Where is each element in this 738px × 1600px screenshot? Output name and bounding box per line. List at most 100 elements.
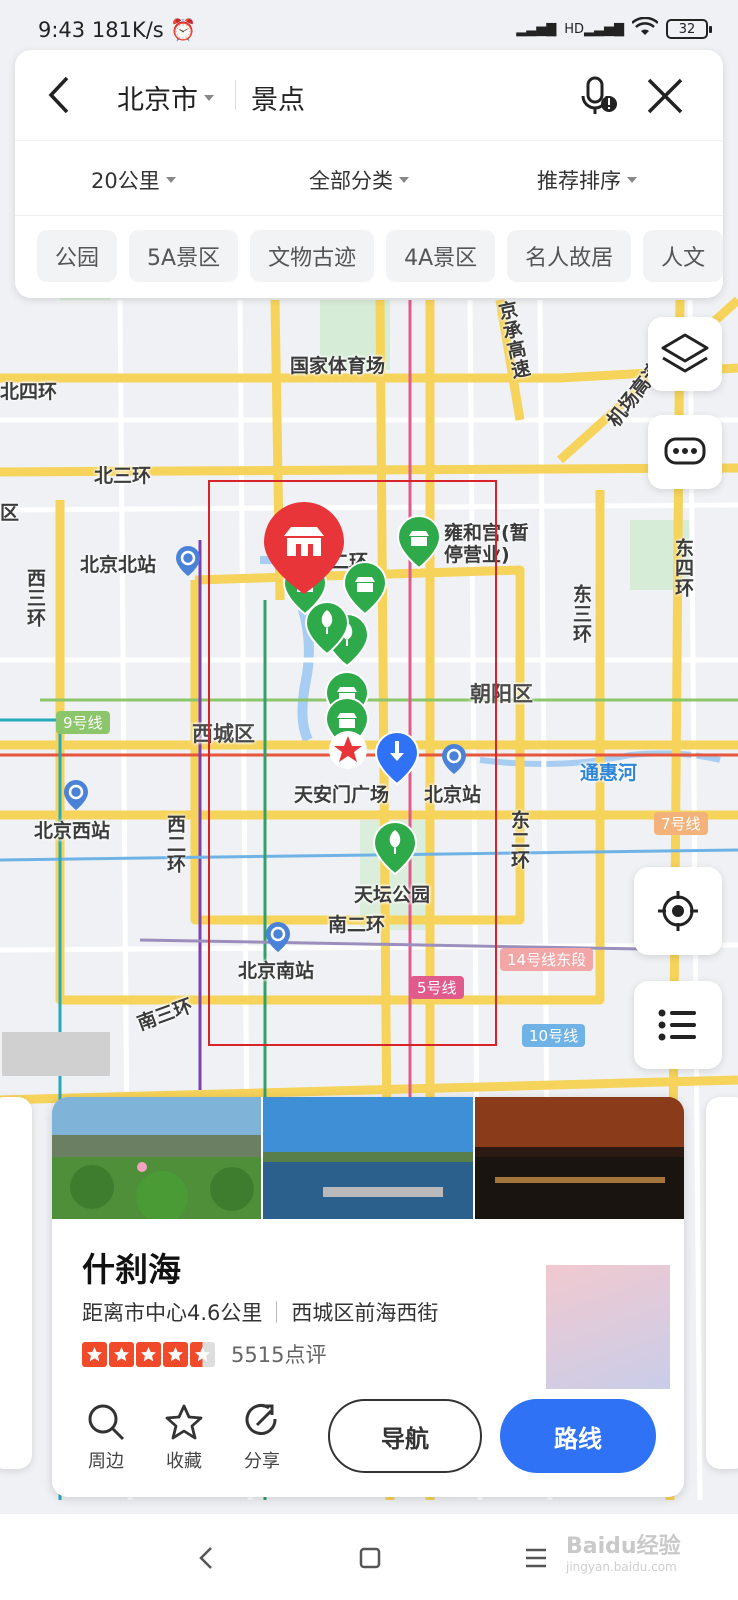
layers-button[interactable] — [648, 317, 722, 391]
poi-meta: 距离市中心4.6公里 西城区前海西街 — [82, 1297, 438, 1327]
chevron-left-icon — [199, 1547, 212, 1569]
poi-photo[interactable] — [52, 1097, 262, 1219]
city-label: 北京市 — [117, 85, 198, 116]
poi-photos[interactable] — [52, 1097, 684, 1219]
chip-former-residence[interactable]: 名人故居 — [507, 230, 632, 282]
divider — [276, 1301, 278, 1323]
battery-icon: 32 — [666, 19, 712, 39]
label-east4: 东四环 — [672, 538, 694, 598]
caret-down-icon — [204, 94, 214, 101]
poi-photo[interactable] — [263, 1097, 473, 1219]
watermark-logo: Baidu经验 jingyan.baidu.com — [566, 1528, 681, 1574]
review-count[interactable]: 5515点评 — [231, 1339, 326, 1369]
search-icon — [88, 1404, 125, 1441]
label-east2: 东二环 — [508, 810, 530, 870]
favorite-label: 收藏 — [166, 1451, 202, 1472]
search-card: 北京市 景点 20公里 全部分类 推荐排序 公园 5A景区 文物古迹 4A景区 … — [15, 50, 723, 298]
next-poi-card[interactable] — [706, 1097, 738, 1469]
list-button[interactable] — [634, 981, 722, 1069]
watermark-brand: Baidu经验 — [566, 1534, 681, 1559]
badge-line14: 14号线东段 — [500, 948, 594, 971]
rating-star-icon — [109, 1341, 134, 1367]
hd-signal-icon: HD▂▃▅▇ — [564, 21, 624, 37]
badge-line9: 9号线 — [56, 711, 110, 734]
label-beijing-north: 北京北站 — [80, 554, 157, 576]
caret-down-icon — [165, 177, 176, 183]
chevron-left-icon — [48, 76, 69, 114]
city-selector[interactable]: 北京市 — [117, 78, 214, 117]
label-west3: 西三环 — [24, 568, 46, 628]
navigate-button[interactable]: 导航 — [328, 1399, 482, 1473]
filter-sort[interactable]: 推荐排序 — [537, 165, 637, 195]
badge-line10: 10号线 — [522, 1024, 586, 1047]
more-button[interactable] — [648, 415, 722, 489]
locate-button[interactable] — [634, 867, 722, 955]
filter-distance-label: 20公里 — [91, 169, 160, 193]
poi-title: 什刹海 — [82, 1250, 181, 1289]
poi-card[interactable]: 什刹海 距离市中心4.6公里 西城区前海西街 5515点评 周边 收藏 分享 导… — [52, 1097, 684, 1497]
caret-down-icon — [399, 177, 409, 183]
filter-category[interactable]: 全部分类 — [309, 165, 409, 195]
label-district-west: 区 — [0, 502, 20, 524]
watermark-site: jingyan.baidu.com — [566, 1560, 677, 1574]
redacted-block — [2, 1032, 110, 1076]
layers-icon — [661, 333, 709, 373]
wifi-icon — [631, 16, 659, 41]
favorite-button[interactable]: 收藏 — [154, 1403, 214, 1473]
poi-photo[interactable] — [474, 1097, 684, 1219]
chip-5a[interactable]: 5A景区 — [129, 230, 239, 282]
more-icon — [664, 437, 706, 465]
label-tonghui-river: 通惠河 — [580, 762, 638, 784]
prev-poi-card[interactable] — [0, 1097, 32, 1469]
poi-rating: 5515点评 — [82, 1339, 326, 1369]
rating-star-icon — [136, 1341, 161, 1367]
square-icon — [359, 1547, 381, 1569]
divider — [235, 80, 236, 110]
caret-down-icon — [627, 177, 637, 183]
status-speed: 181K/s — [91, 18, 164, 42]
label-north3: 北三环 — [94, 465, 152, 487]
label-east3: 东三环 — [570, 584, 592, 644]
close-button[interactable] — [643, 74, 687, 118]
nav-home-button[interactable] — [350, 1542, 390, 1574]
label-beijing-west: 北京西站 — [34, 820, 111, 842]
share-button[interactable]: 分享 — [232, 1403, 292, 1473]
chip-4a[interactable]: 4A景区 — [386, 230, 496, 282]
filter-distance[interactable]: 20公里 — [91, 165, 176, 195]
share-label: 分享 — [244, 1451, 280, 1472]
rating-stars — [82, 1341, 215, 1367]
search-keyword[interactable]: 景点 — [251, 78, 305, 117]
share-icon — [245, 1404, 277, 1435]
poi-thumbnail[interactable] — [546, 1265, 670, 1389]
nav-back-button[interactable] — [186, 1542, 226, 1574]
label-west2: 西二环 — [164, 814, 186, 874]
chip-heritage[interactable]: 文物古迹 — [250, 230, 375, 282]
search-bar: 北京市 景点 — [15, 50, 723, 140]
poi-actions: 周边 收藏 分享 导航 路线 — [52, 1397, 684, 1497]
route-button[interactable]: 路线 — [500, 1399, 656, 1473]
voice-button[interactable] — [581, 74, 621, 118]
signal-icon: ▂▃▅▇ — [516, 21, 557, 37]
close-icon — [647, 78, 683, 114]
menu-icon — [526, 1548, 546, 1568]
filter-bar: 20公里 全部分类 推荐排序 — [15, 140, 723, 216]
filter-sort-label: 推荐排序 — [537, 169, 621, 193]
badge-line7: 7号线 — [654, 812, 708, 835]
alarm-icon: ⏰ — [170, 18, 197, 42]
nearby-button[interactable]: 周边 — [76, 1403, 136, 1473]
microphone-icon — [581, 76, 617, 114]
poi-address: 西城区前海西街 — [291, 1301, 439, 1325]
nav-menu-button[interactable] — [516, 1542, 556, 1574]
label-north4: 北四环 — [0, 381, 58, 403]
chip-culture[interactable]: 人文 — [643, 230, 723, 282]
rating-star-icon — [190, 1341, 215, 1367]
rating-star-icon — [82, 1341, 107, 1367]
status-icons: ▂▃▅▇ HD▂▃▅▇ 32 — [516, 16, 712, 41]
nearby-label: 周边 — [88, 1451, 124, 1472]
back-button[interactable] — [39, 72, 79, 118]
chip-park[interactable]: 公园 — [37, 230, 118, 282]
poi-distance: 距离市中心4.6公里 — [82, 1301, 263, 1325]
rating-star-icon — [163, 1341, 188, 1367]
star-outline-icon — [165, 1404, 203, 1440]
locate-icon — [658, 891, 698, 931]
